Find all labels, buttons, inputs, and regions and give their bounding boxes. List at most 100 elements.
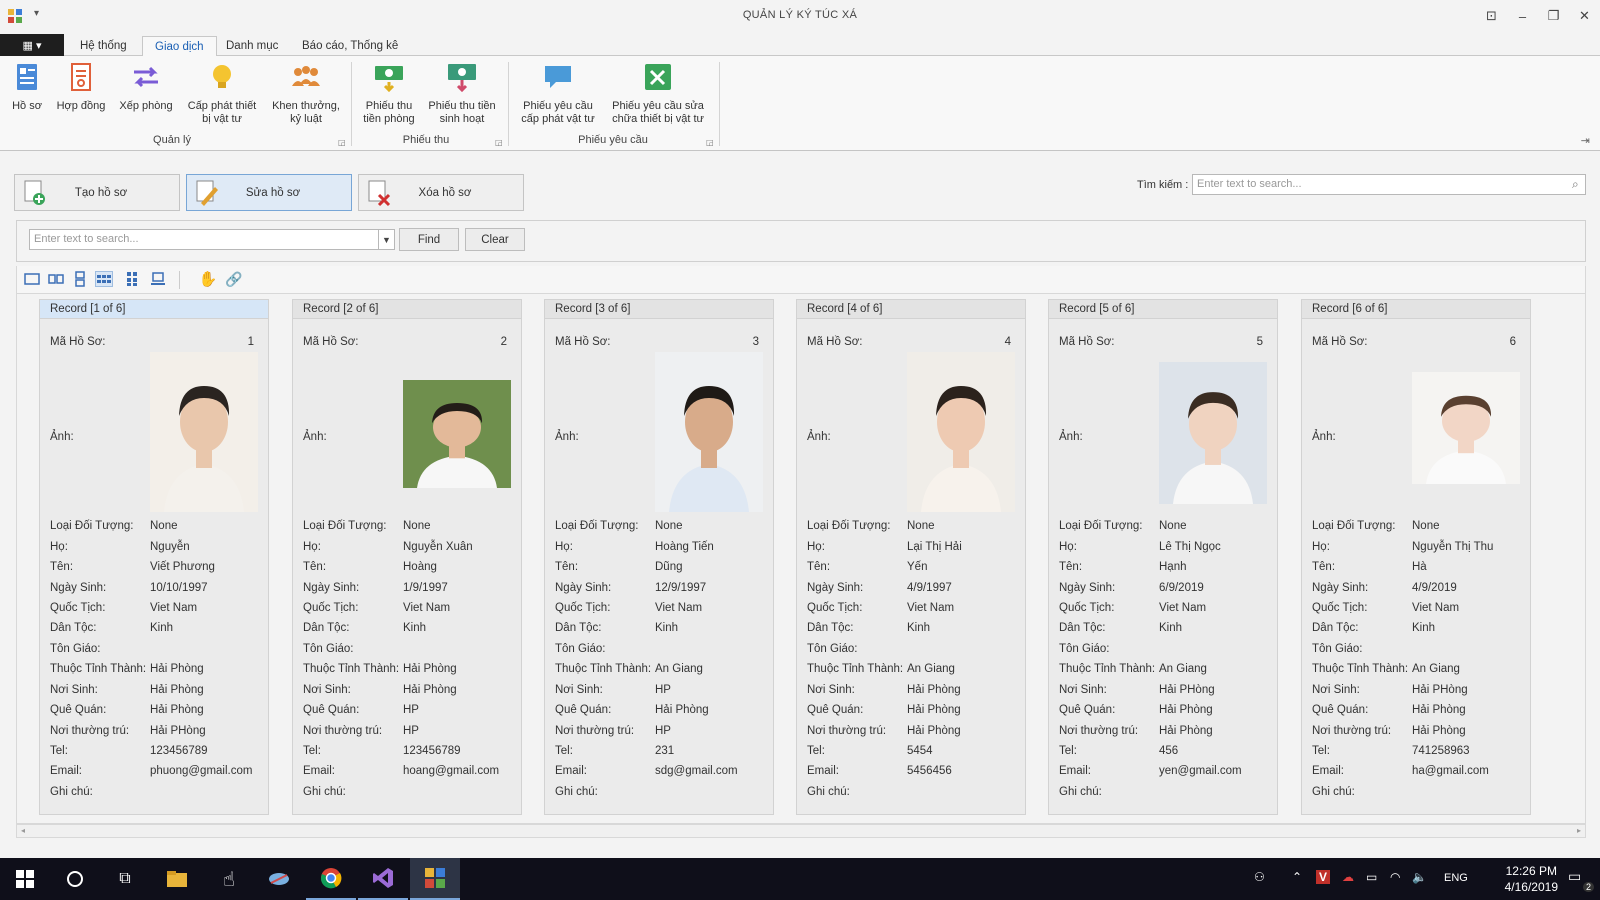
tab-danh-muc[interactable]: Danh mục [214, 36, 290, 56]
field-label-dob: Ngày Sinh: [1059, 582, 1116, 594]
field-label-last: Họ: [807, 541, 825, 553]
field-label-email: Email: [303, 765, 335, 777]
record-header[interactable]: Record [6 of 6] [1302, 300, 1530, 319]
title-bar: ▾ QUẢN LÝ KÝ TÚC XÁ ⊡ – ❐ ✕ [0, 0, 1600, 32]
application-menu-button[interactable]: ▦ ▾ [0, 34, 64, 56]
field-value-tel: 231 [655, 745, 675, 757]
chevron-down-icon[interactable]: ▼ [379, 229, 395, 250]
multi-row-layout-icon[interactable] [95, 271, 113, 287]
ribbon-yeu-cau-sua-chua-button[interactable]: Phiếu yêu cầu sửa chữa thiết bị vật tư [606, 62, 710, 126]
search-input[interactable]: Enter text to search... [1192, 174, 1586, 195]
dialog-launcher-icon[interactable]: ◲ [338, 138, 346, 147]
snipping-tool-icon[interactable] [254, 858, 304, 900]
row-layout-icon[interactable] [47, 271, 65, 287]
language-indicator[interactable]: ENG [1444, 872, 1468, 884]
touch-hand-icon[interactable]: ☝ [204, 858, 254, 900]
edit-profile-button[interactable]: Sửa hồ sơ [186, 174, 352, 211]
notification-center-icon[interactable]: ▭ 2 [1568, 868, 1594, 892]
create-profile-button[interactable]: Tạo hồ sơ [14, 174, 180, 211]
single-record-icon[interactable] [23, 271, 41, 287]
ribbon-phieu-thu-sinh-hoat-button[interactable]: Phiếu thu tiền sinh hoạt [424, 62, 500, 126]
group-label-phieu-yeu-cau: Phiếu yêu cầu [578, 134, 648, 146]
taskbar: ⧉ ☝ ⚇ ⌃ V ☁ ▭ ◠ 🔈 ENG 12:26 PM 4/16/2019… [0, 858, 1600, 900]
record-card[interactable]: Record [4 of 6] Mã Hồ Sơ: 4 Ảnh: Loại Đối T… [796, 299, 1026, 815]
record-card[interactable]: Record [3 of 6] Mã Hồ Sơ: 3 Ảnh: Loại Đối T… [544, 299, 774, 815]
field-label-id: Mã Hồ Sơ: [303, 336, 359, 348]
task-view-icon[interactable]: ⧉ [100, 858, 150, 900]
clock[interactable]: 12:26 PM 4/16/2019 [1505, 863, 1558, 895]
file-explorer-icon[interactable] [152, 858, 202, 900]
ribbon-phieu-thu-phong-button[interactable]: Phiếu thu tiền phòng [356, 62, 422, 126]
dialog-launcher-icon[interactable]: ◲ [495, 138, 503, 147]
horizontal-scrollbar[interactable]: ◂ ▸ [16, 824, 1586, 838]
record-header[interactable]: Record [4 of 6] [797, 300, 1025, 319]
field-label-birthplace: Nơi Sinh: [1312, 684, 1360, 696]
field-label-ethnicity: Dân Tộc: [807, 622, 854, 634]
antivirus-icon[interactable]: V [1316, 870, 1331, 884]
record-header[interactable]: Record [2 of 6] [293, 300, 521, 319]
start-button[interactable] [0, 858, 50, 900]
dialog-launcher-icon[interactable]: ◲ [706, 138, 714, 147]
field-label-province: Thuộc Tỉnh Thành: [555, 663, 652, 675]
field-label-residence: Nơi thường trú: [1312, 725, 1392, 737]
record-card[interactable]: Record [2 of 6] Mã Hồ Sơ: 2 Ảnh: Loại Đối T… [292, 299, 522, 815]
battery-icon[interactable]: ▭ [1366, 870, 1377, 884]
pan-hand-icon[interactable]: ✋ [199, 271, 218, 288]
record-header[interactable]: Record [5 of 6] [1049, 300, 1277, 319]
carousel-icon[interactable] [149, 271, 167, 287]
link-icon[interactable]: 🔗 [225, 271, 243, 287]
field-value-birthplace: HP [655, 684, 671, 696]
field-value-hometown: Hải Phòng [1159, 704, 1213, 716]
visual-studio-icon[interactable] [358, 858, 408, 900]
network-error-icon[interactable]: ☁ [1342, 870, 1354, 884]
search-icon[interactable]: ⌕ [1572, 177, 1579, 192]
people-icon[interactable]: ⚇ [1254, 870, 1265, 884]
field-label-ethnicity: Dân Tộc: [555, 622, 602, 634]
find-input[interactable]: Enter text to search... [29, 229, 379, 250]
ribbon-display-button[interactable]: ⊡ [1476, 0, 1507, 32]
ribbon-yeu-cau-cap-phat-button[interactable]: Phiếu yêu cầu cấp phát vật tư [516, 62, 600, 126]
field-label-photo: Ảnh: [1312, 431, 1336, 443]
field-label-tel: Tel: [807, 745, 825, 757]
field-label-ethnicity: Dân Tộc: [1312, 622, 1359, 634]
delete-profile-button[interactable]: Xóa hồ sơ [358, 174, 524, 211]
minimize-button[interactable]: – [1507, 0, 1538, 32]
field-value-tel: 456 [1159, 745, 1179, 757]
ribbon-xep-phong-button[interactable]: Xếp phòng [116, 62, 176, 113]
record-header[interactable]: Record [3 of 6] [545, 300, 773, 319]
column-layout-icon[interactable] [71, 271, 89, 287]
ribbon-hop-dong-button[interactable]: Hợp đồng [54, 62, 108, 113]
ribbon-ho-so-button[interactable]: Hồ sơ [10, 62, 44, 113]
record-card[interactable]: Record [6 of 6] Mã Hồ Sơ: 6 Ảnh: Loại Đối T… [1301, 299, 1531, 815]
people-icon [292, 66, 320, 86]
chevron-up-icon[interactable]: ⌃ [1292, 870, 1302, 884]
close-button[interactable]: ✕ [1569, 0, 1600, 32]
dormitory-app-icon[interactable] [410, 858, 460, 900]
field-value-id: 2 [500, 336, 507, 348]
wifi-icon[interactable]: ◠ [1390, 870, 1400, 884]
pin-ribbon-icon[interactable]: ⇥ [1581, 134, 1590, 147]
multi-column-layout-icon[interactable] [123, 271, 141, 287]
restore-button[interactable]: ❐ [1538, 0, 1569, 32]
record-card[interactable]: Record [5 of 6] Mã Hồ Sơ: 5 Ảnh: Loại Đối T… [1048, 299, 1278, 815]
field-label-id: Mã Hồ Sơ: [50, 336, 106, 348]
field-label-hometown: Quê Quán: [303, 704, 360, 716]
lightbulb-icon [213, 65, 231, 88]
find-button[interactable]: Find [399, 228, 459, 251]
field-value-type: None [1412, 520, 1440, 532]
clear-button[interactable]: Clear [465, 228, 525, 251]
chrome-icon[interactable] [306, 858, 356, 900]
field-label-last: Họ: [1312, 541, 1330, 553]
record-card[interactable]: Record [1 of 6] Mã Hồ Sơ: 1 Ảnh: Loại Đối T… [39, 299, 269, 815]
record-header[interactable]: Record [1 of 6] [40, 300, 268, 319]
volume-muted-icon[interactable]: 🔈 [1412, 870, 1427, 884]
tab-giao-dich[interactable]: Giao dịch [142, 36, 217, 57]
cortana-search-icon[interactable] [50, 858, 100, 900]
tab-he-thong[interactable]: Hệ thống [68, 36, 139, 56]
field-label-first: Tên: [1059, 561, 1083, 573]
ribbon-cap-phat-button[interactable]: Cấp phát thiết bị vật tư [184, 62, 260, 126]
field-value-email: phuong@gmail.com [150, 765, 253, 777]
ribbon-khen-thuong-button[interactable]: Khen thưởng, kỷ luật [268, 62, 344, 126]
tab-bao-cao[interactable]: Báo cáo, Thống kê [290, 36, 410, 56]
field-value-first: Dũng [655, 561, 683, 573]
